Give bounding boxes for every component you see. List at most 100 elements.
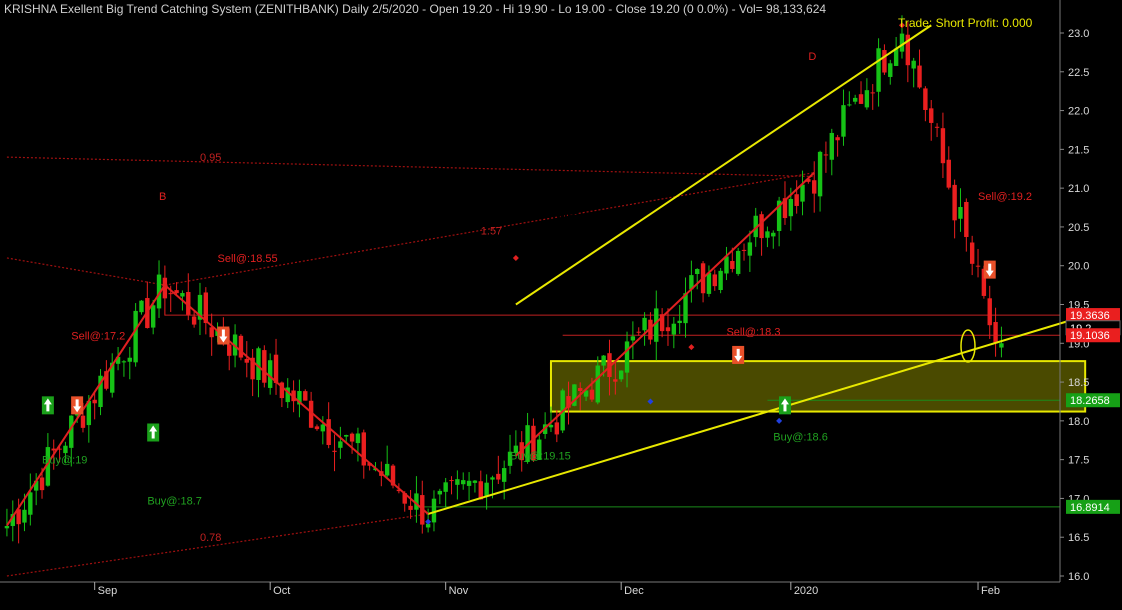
annotation-label: Buy@:19	[42, 455, 87, 467]
y-tick-label: 16.0	[1068, 571, 1089, 583]
x-tick-label: Sep	[98, 585, 118, 597]
annotation-label: B	[159, 191, 166, 203]
candle-body	[999, 343, 1004, 348]
x-tick-label: Nov	[449, 585, 469, 597]
candle-body	[882, 50, 887, 73]
candle-body	[665, 327, 671, 332]
y-tick-label: 20.0	[1068, 261, 1089, 273]
candle-body	[946, 159, 951, 188]
candle	[735, 247, 741, 276]
candle-body	[484, 482, 489, 497]
annotation-label: Sell@:18.55	[218, 253, 278, 265]
candle-body	[858, 94, 864, 104]
candle-body	[455, 479, 460, 485]
candle-body	[800, 184, 805, 202]
sell-arrow-icon	[71, 396, 84, 415]
y-tick-label: 22.5	[1068, 67, 1089, 79]
y-tick-label: 21.5	[1068, 144, 1089, 156]
candle-body	[876, 48, 881, 92]
candle-body	[771, 232, 776, 237]
price-tag-label: 18.2658	[1070, 395, 1110, 407]
candle-body	[870, 92, 875, 94]
candle-body	[437, 490, 443, 495]
y-tick-label: 16.5	[1068, 532, 1089, 544]
annotation-label: Sell@:18.3	[726, 327, 780, 339]
price-tag: 16.8914	[1066, 499, 1120, 514]
candle-body	[466, 480, 472, 486]
annotation-label: Buy@:18.7	[147, 496, 202, 508]
candle-body	[349, 433, 355, 442]
y-axis: 16.016.517.017.518.018.519.019.520.020.5…	[1060, 28, 1089, 583]
candle-body	[765, 231, 770, 238]
candle-body	[332, 450, 337, 452]
candle-body	[320, 424, 326, 432]
candle-body	[788, 198, 794, 217]
candle-body	[227, 344, 232, 356]
candle-body	[384, 463, 390, 476]
trade-status: Trade: Short Profit: 0.000	[898, 16, 1033, 30]
candle-body	[823, 154, 829, 156]
candle	[238, 334, 244, 361]
chart-header: KRISHNA Exellent Big Trend Catching Syst…	[4, 2, 826, 16]
candle-body	[127, 357, 132, 362]
candle-body	[28, 492, 33, 515]
candle-body	[624, 341, 630, 373]
candle-body	[636, 331, 641, 333]
candle-body	[964, 202, 969, 237]
candle-body	[273, 354, 279, 383]
candle-body	[63, 445, 68, 454]
price-tag-label: 19.1036	[1070, 330, 1110, 342]
candle-body	[344, 435, 349, 437]
candle-body	[683, 293, 688, 324]
candle-body	[238, 335, 244, 358]
y-tick-label: 18.5	[1068, 377, 1089, 389]
candle-body	[847, 104, 852, 106]
price-tag: 19.3636	[1066, 308, 1120, 323]
candle-body	[150, 305, 156, 328]
candle-body	[677, 320, 682, 324]
sell-arrow-icon	[983, 260, 996, 279]
candle	[133, 303, 138, 367]
candle-body	[589, 389, 595, 400]
y-tick-label: 17.5	[1068, 455, 1089, 467]
candle-body	[4, 525, 10, 529]
candle-body	[975, 265, 981, 267]
y-tick-label: 18.0	[1068, 416, 1089, 428]
candle-body	[133, 310, 138, 363]
candle-body	[718, 270, 723, 291]
candle-body	[338, 441, 343, 448]
candle-body	[864, 90, 870, 108]
candle-body	[121, 361, 127, 363]
candle-body	[548, 424, 554, 428]
candle-body	[835, 137, 840, 141]
candle-body	[490, 477, 495, 480]
candle-body	[759, 214, 764, 239]
candle-body	[712, 274, 717, 287]
candlestick-chart: B D 0.95 1.57 0.78 Sell@:18.55 Sell@:17.2 Sell@…	[0, 0, 1121, 597]
buy-arrow-icon	[778, 396, 791, 415]
candle-body	[180, 293, 185, 297]
candle-body	[431, 498, 437, 523]
candle-body	[829, 132, 834, 160]
candle-body	[449, 480, 454, 482]
y-tick-label: 23.0	[1068, 28, 1089, 40]
candle-body	[244, 358, 249, 363]
candle-body	[496, 473, 501, 480]
candle-body	[601, 355, 606, 366]
x-tick-label: 2020	[794, 585, 818, 597]
candle-body	[888, 63, 893, 77]
candle	[718, 267, 723, 294]
candle-body	[934, 126, 940, 128]
candle-body	[923, 88, 928, 110]
candle-body	[817, 151, 823, 197]
candle-body	[695, 269, 700, 274]
candle-body	[501, 468, 507, 482]
candle-body	[355, 433, 361, 444]
candle-body	[618, 370, 624, 380]
candle-body	[461, 480, 466, 485]
price-tag-label: 16.8914	[1070, 502, 1110, 514]
candle-body	[841, 105, 846, 137]
candle-body	[671, 323, 677, 335]
candle-body	[993, 322, 998, 344]
candle-body	[39, 477, 45, 491]
